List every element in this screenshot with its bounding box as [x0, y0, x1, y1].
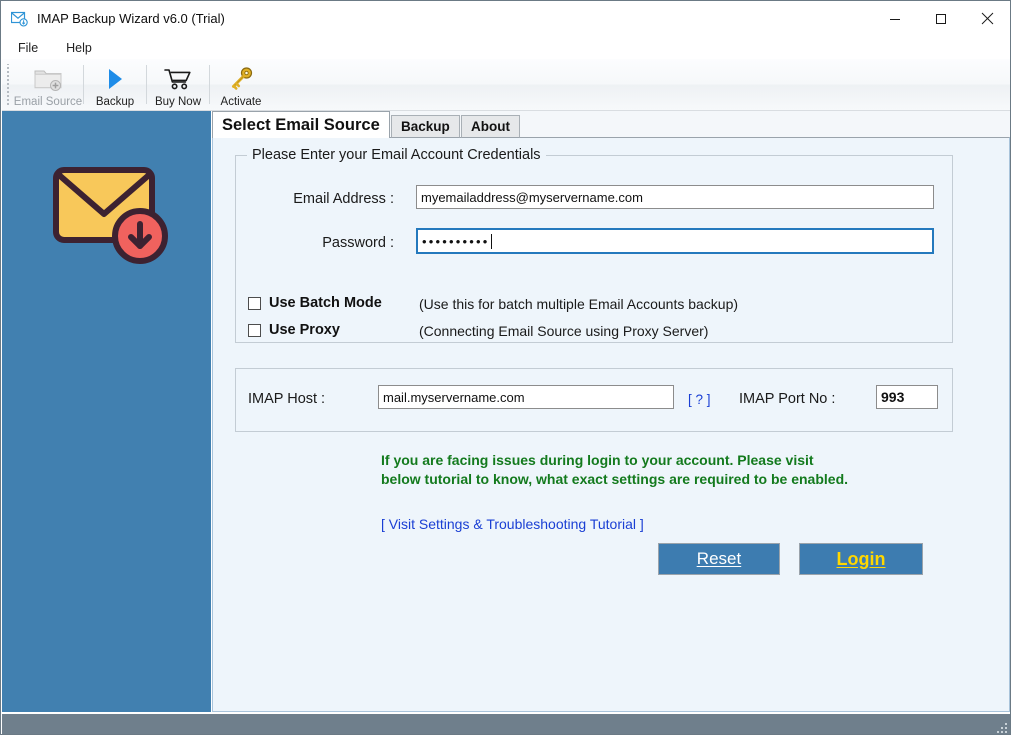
application-window: IMAP Backup Wizard v6.0 (Trial) File Hel… [0, 0, 1011, 735]
key-icon [227, 64, 255, 94]
imap-host-value: mail.myservername.com [383, 389, 525, 405]
tab-backup[interactable]: Backup [391, 115, 460, 138]
menu-item-help[interactable]: Help [54, 38, 104, 58]
use-proxy-hint: (Connecting Email Source using Proxy Ser… [419, 323, 709, 339]
imap-host-input[interactable]: mail.myservername.com [378, 385, 674, 409]
text-caret [490, 233, 492, 249]
email-address-value: myemailaddress@myservername.com [421, 189, 643, 205]
window-title: IMAP Backup Wizard v6.0 (Trial) [37, 11, 225, 26]
imap-port-value: 993 [881, 389, 905, 405]
reset-button[interactable]: Reset [658, 543, 780, 575]
tab-label-select-email-source: Select Email Source [222, 115, 380, 134]
use-proxy-checkbox[interactable] [248, 323, 261, 337]
tab-strip: Select Email Source Backup About [212, 111, 1010, 138]
shopping-cart-icon [163, 64, 193, 94]
imap-host-label: IMAP Host : [248, 391, 326, 407]
toolbar: Email Source Backup Buy Now Activate [2, 59, 1010, 111]
use-proxy-checkbox-row[interactable]: Use Proxy [248, 322, 340, 338]
imap-settings-group: IMAP Host : mail.myservername.com [ ? ] … [235, 368, 953, 432]
imap-port-label: IMAP Port No : [739, 391, 836, 407]
minimize-icon[interactable] [872, 1, 918, 36]
password-label: Password : [322, 235, 394, 251]
toolbar-label-buy-now: Buy Now [154, 96, 202, 108]
title-bar: IMAP Backup Wizard v6.0 (Trial) [1, 1, 1010, 36]
close-icon[interactable] [964, 1, 1010, 36]
use-batch-mode-checkbox-row[interactable]: Use Batch Mode [248, 295, 382, 311]
menu-bar: File Help [2, 36, 1010, 59]
play-icon [102, 64, 128, 94]
login-button-label: Login [836, 548, 886, 569]
toolbar-button-activate[interactable]: Activate [210, 59, 272, 110]
email-address-input[interactable]: myemailaddress@myservername.com [416, 185, 934, 209]
use-batch-mode-hint: (Use this for batch multiple Email Accou… [419, 296, 739, 312]
reset-button-label: Reset [696, 549, 742, 568]
credentials-group-legend: Please Enter your Email Account Credenti… [247, 147, 546, 163]
credentials-group: Please Enter your Email Account Credenti… [235, 147, 953, 343]
toolbar-label-activate: Activate [220, 96, 262, 108]
window-controls [872, 1, 1010, 36]
resize-grip-icon[interactable] [995, 721, 1007, 733]
password-input[interactable]: •••••••••• [416, 228, 934, 254]
login-issue-notice: If you are facing issues during login to… [381, 452, 849, 487]
password-value: •••••••••• [422, 233, 490, 249]
troubleshooting-tutorial-link[interactable]: [ Visit Settings & Troubleshooting Tutor… [381, 516, 644, 532]
toolbar-button-buy-now[interactable]: Buy Now [147, 59, 209, 110]
maximize-icon[interactable] [918, 1, 964, 36]
tab-select-email-source[interactable]: Select Email Source [212, 111, 390, 138]
imap-port-input[interactable]: 993 [876, 385, 938, 409]
use-batch-mode-label: Use Batch Mode [269, 295, 382, 311]
tab-label-backup: Backup [401, 119, 450, 134]
use-proxy-label: Use Proxy [269, 322, 340, 338]
tab-label-about: About [471, 119, 510, 134]
menu-item-file[interactable]: File [6, 38, 50, 58]
email-address-label: Email Address : [293, 191, 394, 207]
toolbar-button-email-source[interactable]: Email Source [13, 59, 83, 110]
login-button[interactable]: Login [799, 543, 923, 575]
toolbar-grip-handle[interactable] [4, 63, 13, 106]
sidebar-panel [2, 111, 211, 712]
toolbar-label-backup: Backup [95, 96, 135, 108]
use-batch-mode-checkbox[interactable] [248, 296, 261, 310]
imap-host-help-link[interactable]: [ ? ] [688, 392, 711, 407]
toolbar-label-email-source: Email Source [13, 96, 83, 108]
toolbar-button-backup[interactable]: Backup [84, 59, 146, 110]
status-bar [2, 713, 1010, 734]
envelope-download-icon [44, 156, 169, 271]
tab-page-select-email-source: Please Enter your Email Account Credenti… [212, 137, 1010, 712]
mail-download-icon [10, 11, 29, 27]
tab-about[interactable]: About [461, 115, 520, 138]
folder-add-icon [33, 64, 63, 94]
title-bar-left: IMAP Backup Wizard v6.0 (Trial) [1, 11, 225, 27]
